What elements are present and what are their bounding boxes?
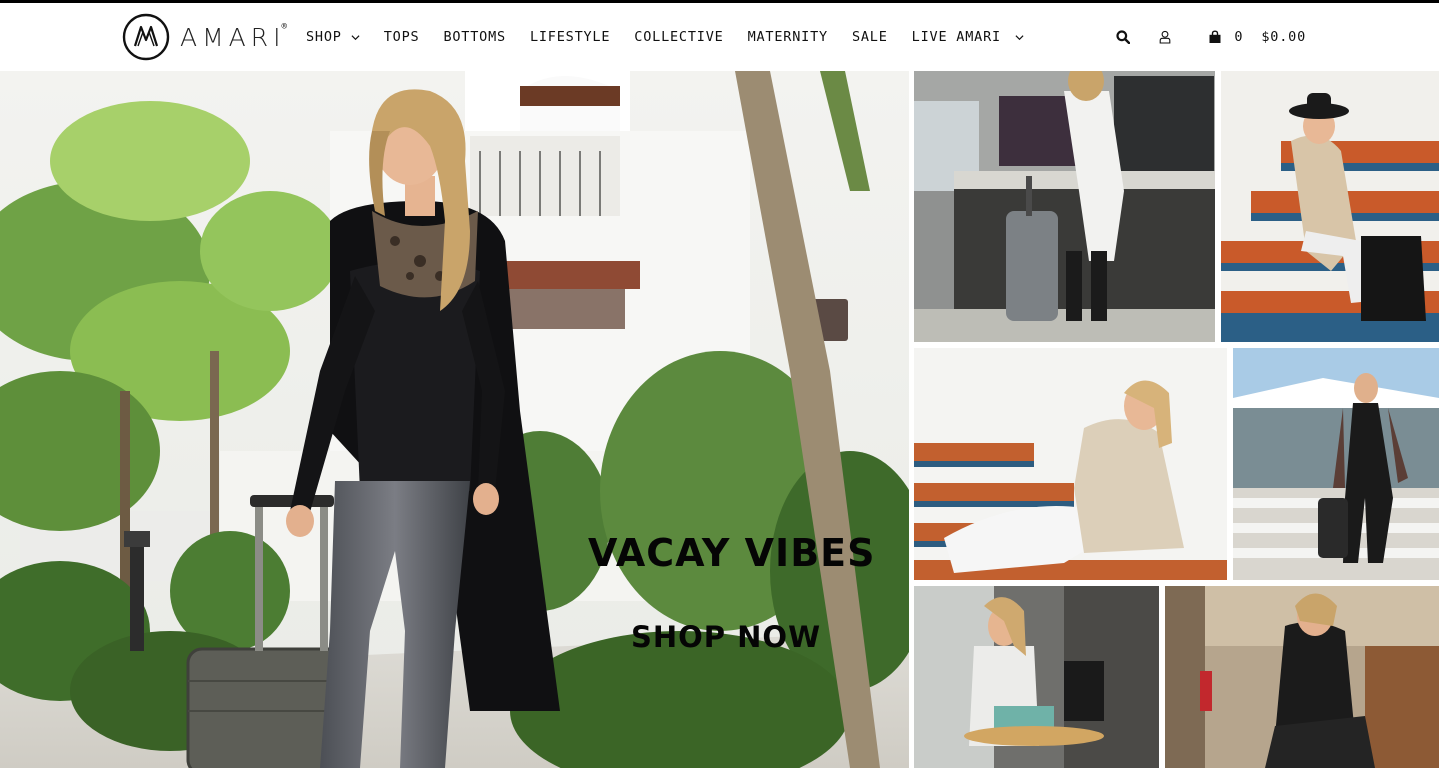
lifestyle-tile-airport-walk[interactable] — [1233, 348, 1439, 580]
hero-banner[interactable]: VACAY VIBES SHOP NOW — [0, 71, 909, 768]
lifestyle-tile-stairs-hat[interactable] — [1221, 71, 1439, 342]
account-button[interactable] — [1158, 30, 1172, 44]
brand-name: AMARI — [180, 22, 286, 52]
logo-mark-icon — [122, 13, 170, 61]
nav-item-lifestyle[interactable]: LIFESTYLE — [530, 29, 610, 45]
nav-item-tops[interactable]: TOPS — [384, 29, 420, 45]
cafe-reading-photo — [914, 586, 1159, 768]
search-icon — [1116, 30, 1131, 44]
stairs-cardigan-photo — [914, 348, 1227, 580]
checkin-photo — [914, 71, 1215, 342]
nav-item-label: MATERNITY — [747, 29, 828, 45]
cart-button[interactable]: 0 $0.00 — [1208, 29, 1306, 45]
lifestyle-tile-checkin[interactable] — [914, 71, 1215, 342]
main-nav: SHOP TOPS BOTTOMS LIFESTYLE COLLECTIVE M… — [306, 29, 1048, 45]
airport-walk-photo — [1233, 348, 1439, 580]
nav-item-live-amari[interactable]: LIVE AMARI — [912, 29, 1024, 45]
cart-count: 0 — [1234, 29, 1244, 45]
nav-item-collective[interactable]: COLLECTIVE — [634, 29, 723, 45]
search-button[interactable] — [1116, 30, 1131, 44]
lifestyle-tile-bench-phone[interactable] — [1165, 586, 1439, 768]
user-icon — [1160, 30, 1171, 44]
site-header: AMARI ® SHOP TOPS BOTTOMS LIFESTYLE COLL… — [0, 3, 1439, 71]
nav-item-label: LIFESTYLE — [529, 29, 611, 45]
brand-registered-mark: ® — [281, 22, 287, 32]
bench-phone-photo — [1165, 586, 1439, 768]
nav-item-label: COLLECTIVE — [634, 29, 724, 45]
nav-item-maternity[interactable]: MATERNITY — [748, 29, 828, 45]
cart-total: $0.00 — [1261, 29, 1306, 45]
shopping-bag-icon — [1209, 30, 1221, 43]
lifestyle-tile-cafe-reading[interactable] — [914, 586, 1159, 768]
chevron-down-icon — [351, 34, 360, 40]
chevron-down-icon — [1015, 34, 1024, 40]
header-tools: 0 $0.00 — [1116, 29, 1306, 45]
nav-item-label: TOPS — [383, 29, 420, 45]
nav-item-shop[interactable]: SHOP — [306, 29, 360, 45]
shop-now-link[interactable]: SHOP NOW — [631, 620, 821, 654]
hero-photo — [0, 71, 909, 768]
nav-item-label: BOTTOMS — [443, 29, 506, 45]
nav-item-label: LIVE AMARI — [911, 29, 1001, 45]
brand-logo[interactable]: AMARI ® — [122, 13, 287, 61]
nav-item-bottoms[interactable]: BOTTOMS — [443, 29, 506, 45]
nav-item-sale[interactable]: SALE — [852, 29, 888, 45]
nav-item-label: SALE — [851, 29, 888, 45]
lifestyle-tile-stairs-cardigan[interactable] — [914, 348, 1227, 580]
hero-title: VACAY VIBES — [588, 531, 876, 575]
stairs-hat-photo — [1221, 71, 1439, 342]
nav-item-label: SHOP — [306, 29, 342, 45]
